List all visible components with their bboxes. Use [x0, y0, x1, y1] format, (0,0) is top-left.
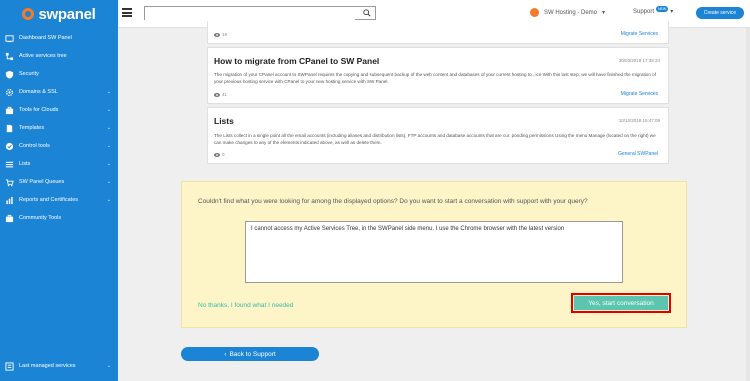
document-icon — [5, 124, 14, 133]
sidebar-item-label: Reports and Certificates — [19, 197, 78, 203]
list-icon — [5, 160, 14, 169]
sidebar-item-label: Domains & SSL — [19, 89, 58, 95]
start-conversation-highlight: Yes, start conversation — [571, 293, 671, 313]
tree-icon — [5, 52, 14, 61]
chevron-down-icon: ⌄ — [106, 197, 111, 203]
sidebar-item-label: SW Panel Queues — [19, 179, 65, 185]
view-count-value: 41 — [222, 92, 228, 97]
toolbox-icon — [5, 214, 14, 223]
logo-text: swpanel — [38, 5, 96, 23]
sidebar-item-active-services-tree[interactable]: Active services tree — [0, 47, 118, 65]
chevron-down-icon: ⌄ — [106, 143, 111, 149]
sidebar-item-control-tools[interactable]: Control tools ⌄ — [0, 137, 118, 155]
start-conversation-button[interactable]: Yes, start conversation — [574, 296, 668, 310]
search-icon[interactable] — [363, 9, 371, 17]
sidebar-item-label: Community Tools — [19, 215, 62, 221]
sidebar-item-label: Security — [19, 71, 39, 77]
article-date: 10/12/2018 15:47:09 — [618, 118, 660, 123]
article-excerpt: The migration of your CPanel account to … — [214, 72, 657, 84]
no-thanks-link[interactable]: No thanks, I found what I needed — [198, 302, 293, 309]
eye-icon — [214, 152, 220, 157]
sidebar-item-templates[interactable]: Templates ⌄ — [0, 119, 118, 137]
sidebar-item-label: Dashboard SW Panel — [19, 35, 72, 41]
chevron-down-icon: ⌄ — [106, 363, 111, 369]
back-to-support-button[interactable]: ‹ Back to Support — [181, 347, 319, 361]
account-logo-icon — [530, 8, 539, 17]
support-menu[interactable]: Support NEW ▾ — [633, 6, 674, 15]
article-card[interactable]: 19 Migrate Services — [207, 21, 669, 44]
sidebar-item-last-managed-services[interactable]: Last managed services ⌄ — [0, 357, 118, 375]
chart-icon — [5, 196, 14, 205]
chevron-down-icon: ⌄ — [106, 89, 111, 95]
sidebar-item-tools-for-clouds[interactable]: Tools for Clouds ⌄ — [0, 101, 118, 119]
new-badge: NEW — [656, 6, 669, 12]
view-count: 41 — [214, 92, 227, 97]
sidebar: swpanel Dashboard SW Panel Active servic… — [0, 0, 118, 381]
chevron-down-icon: ⌄ — [106, 125, 111, 131]
dashboard-icon — [5, 34, 14, 43]
page-scrollbar[interactable] — [746, 28, 750, 381]
article-title[interactable]: How to migrate from CPanel to SW Panel — [214, 56, 379, 66]
support-prompt-panel: Couldn't find what you were looking for … — [181, 181, 687, 328]
sidebar-item-label: Active services tree — [19, 53, 67, 59]
chevron-down-icon: ▾ — [670, 9, 674, 15]
sidebar-item-label: Lists — [19, 161, 31, 167]
back-to-support-label: Back to Support — [229, 350, 276, 358]
eye-icon — [214, 92, 220, 97]
view-count-value: 0 — [222, 152, 225, 157]
account-selector[interactable]: SW Hosting - Demo ▾ — [530, 8, 605, 17]
view-count-value: 19 — [222, 32, 228, 37]
sidebar-item-reports-certificates[interactable]: Reports and Certificates ⌄ — [0, 191, 118, 209]
support-question: Couldn't find what you were looking for … — [198, 198, 588, 205]
article-date: 30/03/2019 17:35:24 — [618, 58, 660, 63]
sidebar-item-domains-ssl[interactable]: Domains & SSL ⌄ — [0, 83, 118, 101]
account-name: SW Hosting - Demo — [544, 9, 598, 16]
chevron-down-icon: ⌄ — [106, 179, 111, 185]
article-category-link[interactable]: General SWPanel — [618, 151, 658, 157]
sidebar-item-community-tools[interactable]: Community Tools — [0, 209, 118, 227]
article-card[interactable]: How to migrate from CPanel to SW Panel 3… — [207, 47, 669, 104]
sidebar-item-label: Tools for Clouds — [19, 107, 59, 113]
article-title[interactable]: Lists — [214, 116, 234, 126]
support-label: Support — [633, 8, 655, 15]
search-box — [144, 6, 376, 25]
article-excerpt: The Lists collect in a single point all … — [214, 133, 656, 145]
article-category-link[interactable]: Migrate Services — [621, 91, 658, 97]
sidebar-item-label: Templates — [19, 125, 45, 131]
sidebar-item-security[interactable]: Security — [0, 65, 118, 83]
create-service-button[interactable]: Create service — [696, 7, 744, 19]
cart-icon — [5, 178, 14, 187]
logo[interactable]: swpanel — [0, 0, 118, 28]
chevron-down-icon: ⌄ — [106, 161, 111, 167]
check-circle-icon — [5, 142, 14, 151]
gear-icon — [5, 88, 14, 97]
history-icon — [5, 361, 14, 371]
sidebar-item-label: Last managed services — [19, 363, 76, 369]
sidebar-item-label: Control tools — [19, 143, 50, 149]
eye-icon — [214, 32, 220, 37]
article-card[interactable]: Lists 10/12/2018 15:47:09 The Lists coll… — [207, 107, 669, 164]
chevron-left-icon: ‹ — [224, 350, 227, 358]
support-message-textarea[interactable] — [245, 221, 623, 283]
article-category-link[interactable]: Migrate Services — [621, 31, 658, 37]
hamburger-menu-icon[interactable] — [122, 8, 132, 17]
toolbox-icon — [5, 106, 14, 115]
chevron-down-icon: ▾ — [602, 10, 606, 16]
sidebar-item-dashboard[interactable]: Dashboard SW Panel — [0, 29, 118, 47]
chevron-down-icon: ⌄ — [106, 107, 111, 113]
swpanel-logo-icon — [22, 8, 35, 20]
sidebar-item-lists[interactable]: Lists ⌄ — [0, 155, 118, 173]
shield-icon — [5, 70, 14, 79]
view-count: 19 — [214, 32, 227, 37]
view-count: 0 — [214, 152, 225, 157]
sidebar-item-sw-panel-queues[interactable]: SW Panel Queues ⌄ — [0, 173, 118, 191]
